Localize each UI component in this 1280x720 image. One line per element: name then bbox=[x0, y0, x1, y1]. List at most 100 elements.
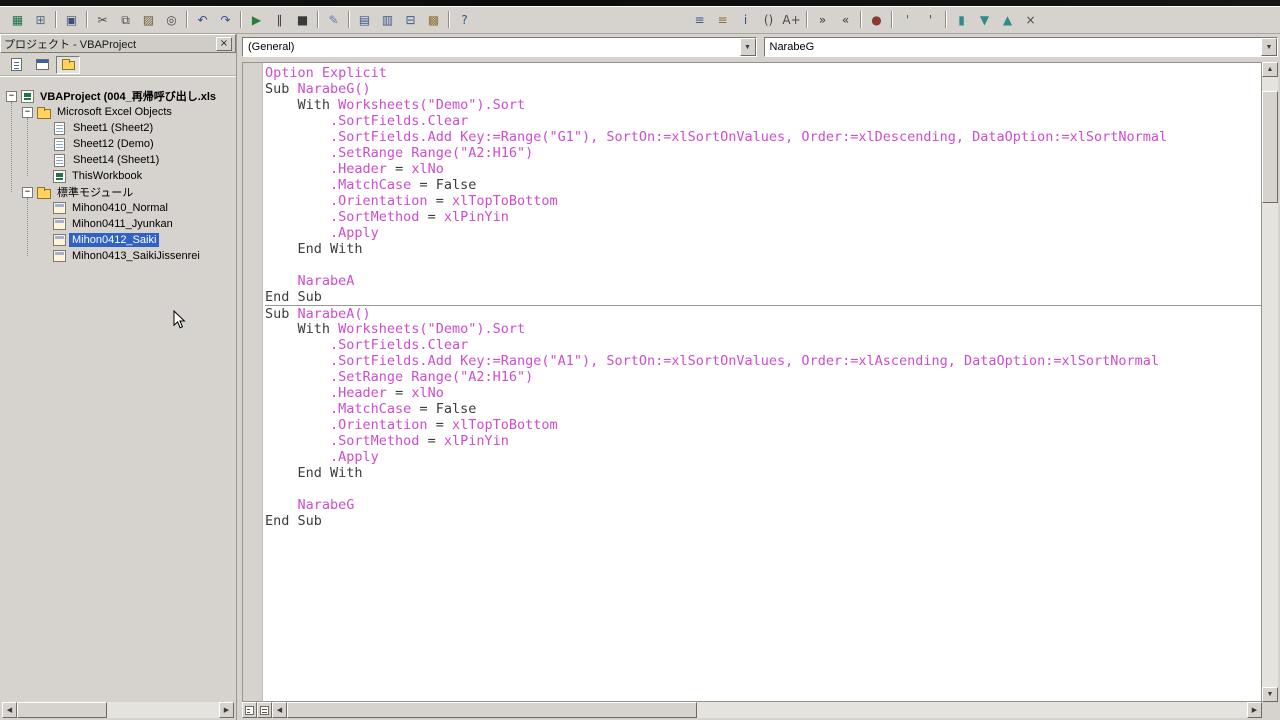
tree-item-label[interactable]: VBAProject (004_再帰呼び出し.xls bbox=[37, 87, 219, 105]
procedure-dropdown[interactable]: NarabeG ▼ bbox=[764, 37, 1279, 57]
tree-item[interactable]: Mihon0413_SaikiJissenrei bbox=[0, 248, 236, 264]
code-text: = bbox=[428, 193, 452, 209]
indent-icon-button[interactable]: » bbox=[811, 9, 834, 30]
properties-window-icon-button[interactable]: ▥ bbox=[376, 9, 399, 30]
tree-item-label[interactable]: Microsoft Excel Objects bbox=[54, 105, 175, 119]
tree-item[interactable]: Mihon0411_Jyunkan bbox=[0, 216, 236, 232]
toolbar: ▦⊞▣✂⧉▨◎↶↷▶∥■✎▤▥⊟▩? ≡≡i()A+»«●''▮▼▲× bbox=[0, 6, 1280, 34]
toggle-folders-button[interactable] bbox=[56, 56, 80, 74]
horizontal-scroll-track[interactable] bbox=[287, 702, 1247, 718]
project-horizontal-scrollbar[interactable]: ◀ ▶ bbox=[2, 702, 234, 718]
toggle-breakpoint-icon-button[interactable]: ● bbox=[865, 9, 888, 30]
code-line: End With bbox=[265, 465, 1261, 481]
tree-item-label[interactable]: 標準モジュール bbox=[54, 183, 136, 201]
toggle-bookmark-icon-button[interactable]: ▮ bbox=[950, 9, 973, 30]
tree-item[interactable]: Sheet14 (Sheet1) bbox=[0, 152, 236, 168]
comment-block-icon-button[interactable]: ' bbox=[896, 9, 919, 30]
previous-bookmark-icon-button[interactable]: ▲ bbox=[996, 9, 1019, 30]
copy-icon-button[interactable]: ⧉ bbox=[114, 9, 137, 30]
find-icon-button[interactable]: ◎ bbox=[160, 9, 183, 30]
tree-item[interactable]: Mihon0410_Normal bbox=[0, 200, 236, 216]
scroll-right-icon[interactable]: ▶ bbox=[1247, 702, 1262, 718]
reset-icon-button[interactable]: ■ bbox=[291, 9, 314, 30]
close-icon[interactable]: × bbox=[216, 37, 232, 51]
toolbar-separator bbox=[86, 11, 88, 28]
code-editor[interactable]: Option ExplicitSub NarabeG() With Worksh… bbox=[263, 63, 1261, 701]
view-object-button[interactable] bbox=[30, 56, 54, 74]
vertical-scroll-thumb[interactable] bbox=[1262, 91, 1278, 203]
project-scroll-track[interactable] bbox=[17, 702, 219, 718]
scroll-left-icon[interactable]: ◀ bbox=[272, 702, 287, 718]
code-text: .MatchCase bbox=[330, 177, 411, 193]
toolbox-icon-button[interactable]: ▩ bbox=[422, 9, 445, 30]
quick-info-icon-button[interactable]: i bbox=[734, 9, 757, 30]
code-text: = False bbox=[411, 401, 476, 417]
tree-item[interactable]: Sheet1 (Sheet2) bbox=[0, 120, 236, 136]
code-text: .SortMethod bbox=[330, 209, 419, 225]
project-explorer-titlebar[interactable]: プロジェクト - VBAProject × bbox=[0, 34, 236, 53]
list-constants-icon-button[interactable]: ≡ bbox=[711, 9, 734, 30]
clear-bookmarks-icon-button[interactable]: × bbox=[1019, 9, 1042, 30]
undo-icon-button[interactable]: ↶ bbox=[191, 9, 214, 30]
scroll-right-icon[interactable]: ▶ bbox=[219, 702, 234, 718]
complete-word-icon-button[interactable]: A+ bbox=[780, 9, 803, 30]
tree-expander-icon[interactable]: − bbox=[22, 187, 33, 198]
design-mode-icon-button[interactable]: ✎ bbox=[322, 9, 345, 30]
tree-item-label[interactable]: Mihon0410_Normal bbox=[69, 201, 171, 215]
help-icon-button[interactable]: ? bbox=[453, 9, 476, 30]
break-icon-button[interactable]: ∥ bbox=[268, 9, 291, 30]
scroll-up-icon[interactable]: ▲ bbox=[1262, 62, 1278, 77]
tree-item-label[interactable]: Mihon0411_Jyunkan bbox=[69, 217, 176, 231]
excel-icon-button[interactable]: ▦ bbox=[6, 9, 29, 30]
tree-item[interactable]: Sheet12 (Demo) bbox=[0, 136, 236, 152]
list-properties-icon-button[interactable]: ≡ bbox=[688, 9, 711, 30]
tree-item-label[interactable]: Sheet14 (Sheet1) bbox=[70, 153, 162, 167]
full-module-view-button[interactable] bbox=[257, 702, 272, 718]
project-explorer-icon-button[interactable]: ▤ bbox=[353, 9, 376, 30]
chevron-down-icon[interactable]: ▼ bbox=[740, 38, 756, 56]
tree-item-label[interactable]: Mihon0413_SaikiJissenrei bbox=[69, 249, 203, 263]
tree-expander-icon[interactable]: − bbox=[6, 91, 17, 102]
code-text bbox=[265, 273, 298, 289]
object-browser-icon-button[interactable]: ⊟ bbox=[399, 9, 422, 30]
tree-item-label[interactable]: Sheet12 (Demo) bbox=[70, 137, 157, 151]
object-dropdown[interactable]: (General) ▼ bbox=[242, 37, 757, 57]
tree-item[interactable]: − Microsoft Excel Objects bbox=[0, 104, 236, 120]
tree-item[interactable]: ThisWorkbook bbox=[0, 168, 236, 184]
code-line: NarabeA bbox=[265, 273, 1261, 289]
run-icon-button[interactable]: ▶ bbox=[245, 9, 268, 30]
code-vertical-scrollbar[interactable]: ▲ ▼ bbox=[1262, 62, 1278, 702]
scroll-left-icon[interactable]: ◀ bbox=[2, 702, 17, 718]
uncomment-block-icon-button[interactable]: ' bbox=[919, 9, 942, 30]
tree-item[interactable]: − VBAProject (004_再帰呼び出し.xls bbox=[0, 88, 236, 104]
tree-item[interactable]: − 標準モジュール bbox=[0, 184, 236, 200]
code-text: End Sub bbox=[265, 289, 322, 305]
save-icon-button[interactable]: ▣ bbox=[60, 9, 83, 30]
tree-expander-icon[interactable]: − bbox=[22, 107, 33, 118]
tree-item-label[interactable]: ThisWorkbook bbox=[69, 169, 145, 183]
code-indicator-margin[interactable] bbox=[243, 63, 263, 701]
project-tree[interactable]: −VBAProject (004_再帰呼び出し.xls−Microsoft Ex… bbox=[0, 76, 236, 700]
parameter-info-icon-button[interactable]: () bbox=[757, 9, 780, 30]
procedure-view-button[interactable] bbox=[242, 702, 257, 718]
module-icon bbox=[53, 202, 66, 214]
view-code-button[interactable] bbox=[4, 56, 28, 74]
vertical-scroll-track[interactable] bbox=[1262, 77, 1278, 687]
paste-icon-button[interactable]: ▨ bbox=[137, 9, 160, 30]
project-scroll-thumb[interactable] bbox=[17, 702, 107, 718]
insert-userform-icon-button[interactable]: ⊞ bbox=[29, 9, 52, 30]
horizontal-scroll-thumb[interactable] bbox=[287, 702, 697, 718]
tree-item-label[interactable]: Mihon0412_Saiki bbox=[69, 233, 159, 247]
toggle-bookmark-icon: ▮ bbox=[958, 14, 965, 26]
tree-item[interactable]: Mihon0412_Saiki bbox=[0, 232, 236, 248]
code-horizontal-scrollbar[interactable]: ◀ ▶ bbox=[242, 702, 1262, 718]
next-bookmark-icon-button[interactable]: ▼ bbox=[973, 9, 996, 30]
scroll-down-icon[interactable]: ▼ bbox=[1262, 687, 1278, 702]
toolbar-separator bbox=[806, 11, 808, 28]
chevron-down-icon[interactable]: ▼ bbox=[1261, 38, 1277, 56]
code-text bbox=[265, 353, 330, 369]
outdent-icon-button[interactable]: « bbox=[834, 9, 857, 30]
tree-item-label[interactable]: Sheet1 (Sheet2) bbox=[70, 121, 156, 135]
cut-icon-button[interactable]: ✂ bbox=[91, 9, 114, 30]
redo-icon-button[interactable]: ↷ bbox=[214, 9, 237, 30]
